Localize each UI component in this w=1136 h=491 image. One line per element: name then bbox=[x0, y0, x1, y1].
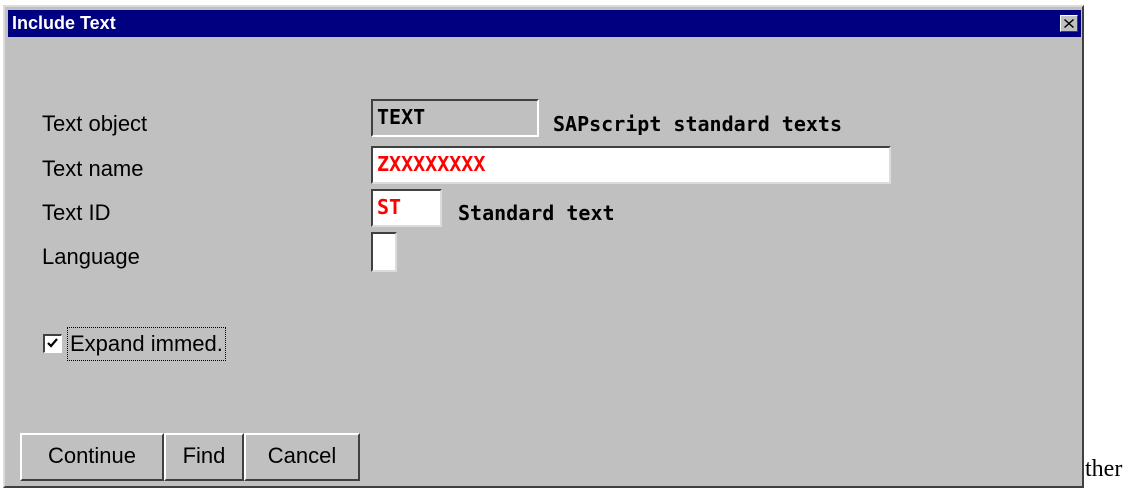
text-name-label: Text name bbox=[42, 156, 144, 181]
text-id-input[interactable]: ST bbox=[371, 189, 442, 227]
language-label: Language bbox=[42, 244, 140, 269]
text-id-description: Standard text bbox=[458, 201, 615, 225]
text-object-label: Text object bbox=[42, 111, 148, 136]
close-icon bbox=[1064, 19, 1074, 28]
text-object-field: TEXT bbox=[371, 99, 539, 137]
text-id-label: Text ID bbox=[42, 200, 111, 225]
text-object-description: SAPscript standard texts bbox=[553, 112, 842, 136]
cancel-button[interactable]: Cancel bbox=[244, 433, 360, 481]
close-button[interactable] bbox=[1060, 15, 1078, 32]
trailing-text: ther bbox=[1085, 456, 1123, 482]
text-name-input[interactable]: ZXXXXXXXX bbox=[371, 146, 891, 184]
title-bar[interactable]: Include Text bbox=[8, 10, 1081, 37]
expand-immed-checkbox[interactable] bbox=[43, 334, 62, 353]
expand-immed-label-focus[interactable]: Expand immed. bbox=[67, 327, 226, 361]
expand-immed-label: Expand immed. bbox=[70, 331, 223, 356]
continue-button[interactable]: Continue bbox=[20, 433, 164, 481]
checkmark-icon bbox=[47, 338, 58, 348]
dialog-title: Include Text bbox=[12, 13, 116, 33]
include-text-dialog: Include Text Text object TEXT SAPscript … bbox=[3, 5, 1084, 488]
language-input[interactable] bbox=[371, 232, 397, 272]
find-button[interactable]: Find bbox=[164, 433, 244, 481]
